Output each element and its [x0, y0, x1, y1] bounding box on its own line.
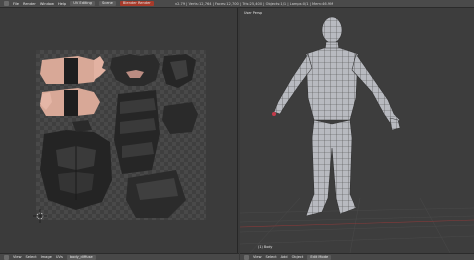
menu-render[interactable]: Render — [23, 2, 36, 6]
mode-selector[interactable]: Edit Mode — [307, 254, 332, 260]
3d-viewport[interactable]: User Persp (1) Body — [240, 8, 474, 253]
viewport-editor-type-icon[interactable] — [244, 254, 249, 260]
texture-torso-island — [40, 120, 112, 210]
uv-menu-image[interactable]: Image — [41, 255, 52, 259]
menu-file[interactable]: File — [13, 2, 19, 6]
vp-menu-view[interactable]: View — [253, 255, 262, 259]
render-engine-selector[interactable]: Blender Render — [119, 1, 154, 6]
menu-window[interactable]: Window — [40, 2, 54, 6]
viewport-header: View Select Add Object Edit Mode — [240, 253, 474, 260]
texture-boot-island — [162, 54, 198, 134]
image-editor-type-icon[interactable] — [4, 254, 9, 260]
scene-selector[interactable]: Scene — [98, 1, 116, 6]
menu-help[interactable]: Help — [58, 2, 66, 6]
hand-vertex-marker — [272, 112, 276, 116]
texture-head-island — [110, 54, 160, 86]
screen-layout-selector[interactable]: UV Editing — [70, 1, 95, 6]
image-selector[interactable]: body_diffuse — [66, 254, 96, 260]
info-header: File Render Window Help UV Editing Scene… — [0, 0, 474, 8]
uv-image-editor[interactable] — [0, 8, 238, 253]
scene-stats: v2.79 | Verts:12,764 | Faces:12,700 | Tr… — [175, 1, 334, 6]
floor-grid — [240, 197, 474, 253]
uv-texture-canvas[interactable] — [36, 50, 206, 220]
texture-arm-island — [40, 56, 106, 116]
vp-menu-object[interactable]: Object — [292, 255, 304, 259]
uv-menu-select[interactable]: Select — [26, 255, 37, 259]
active-object-label: (1) Body — [258, 245, 273, 249]
2d-cursor-icon[interactable] — [33, 209, 47, 223]
uv-editor-header: View Select Image UVs body_diffuse — [0, 253, 239, 260]
uv-menu-uvs[interactable]: UVs — [56, 255, 63, 259]
uv-menu-view[interactable]: View — [13, 255, 22, 259]
editor-type-icon[interactable] — [4, 1, 9, 6]
character-mesh[interactable] — [273, 16, 401, 217]
vp-menu-select[interactable]: Select — [266, 255, 277, 259]
vp-menu-add[interactable]: Add — [281, 255, 288, 259]
